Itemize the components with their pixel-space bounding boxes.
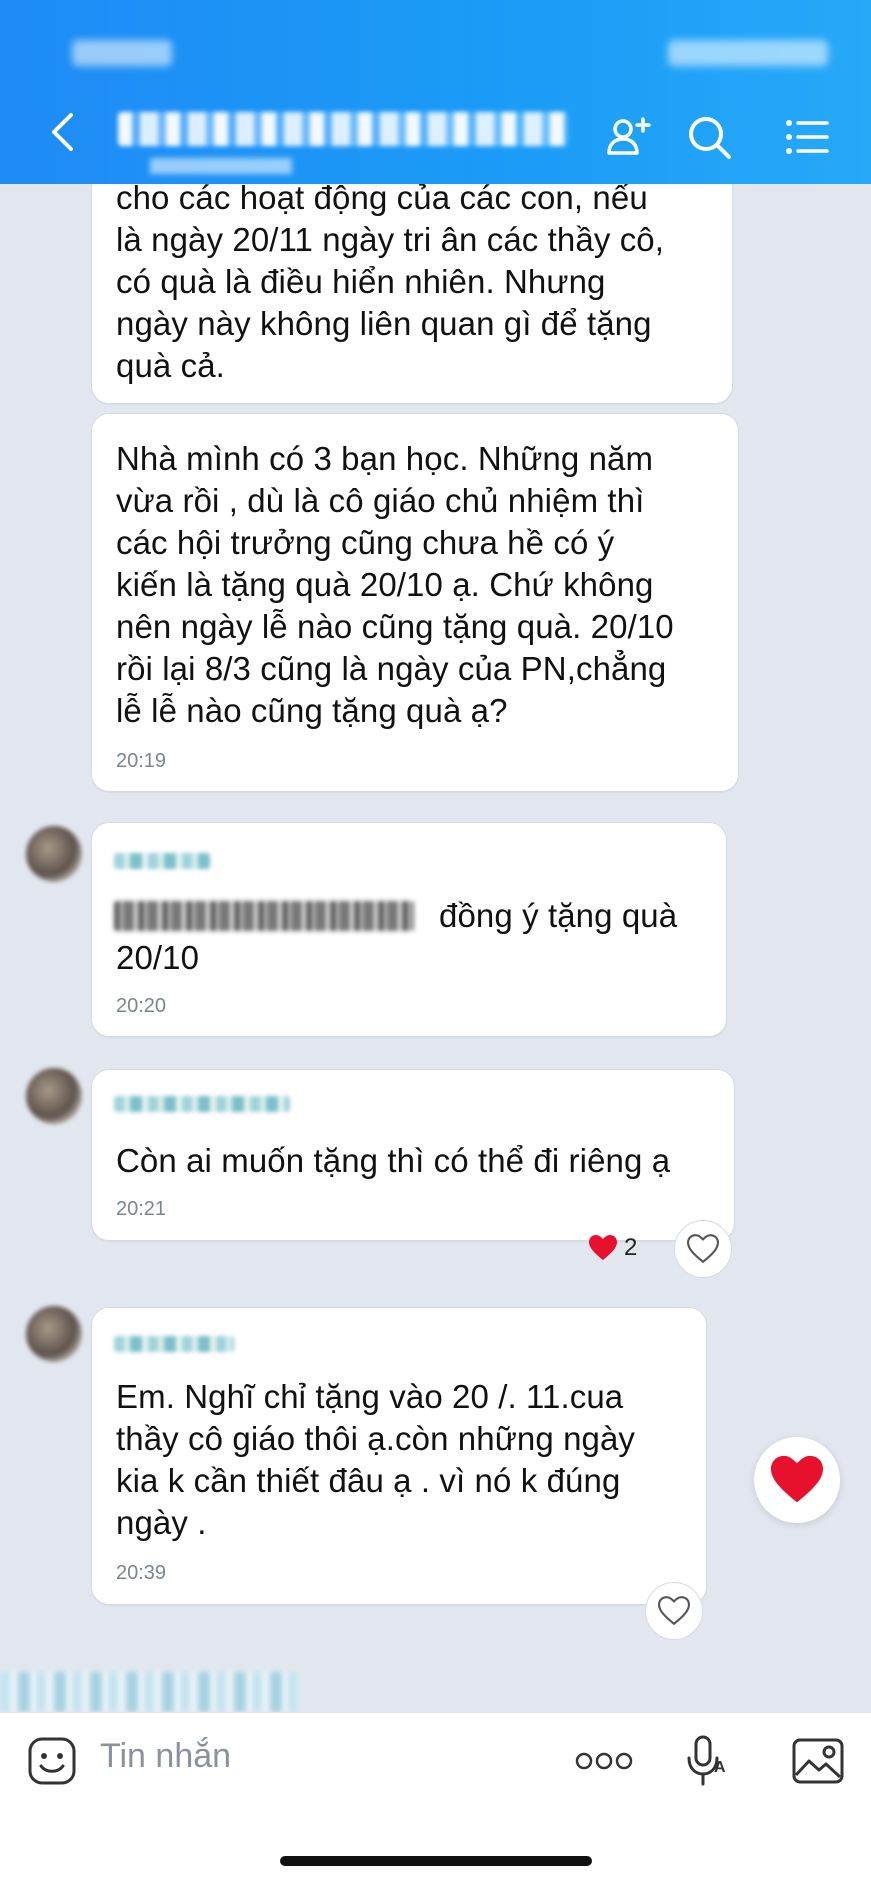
reaction-count: 2: [624, 1234, 638, 1261]
sticker-button[interactable]: [22, 1731, 82, 1791]
sender-name-blurred[interactable]: [114, 1096, 290, 1112]
avatar[interactable]: [26, 1068, 82, 1124]
avatar[interactable]: [26, 1306, 82, 1362]
chat-header: [0, 0, 871, 184]
message-time: 20:20: [116, 995, 167, 1017]
message-input[interactable]: Tin nhắn: [100, 1737, 231, 1776]
reaction-summary[interactable]: 2: [588, 1226, 637, 1270]
message-bubble[interactable]: đồng ý tặng quà 20/10 20:20: [91, 822, 727, 1037]
typing-indicator-blurred: [0, 1672, 300, 1712]
react-button[interactable]: [674, 1220, 732, 1278]
message-time: 20:39: [116, 1562, 167, 1584]
message-bubble[interactable]: Em. Nghĩ chỉ tặng vào 20 /. 11.cua thầy …: [91, 1307, 707, 1605]
chevron-left-icon: [52, 113, 73, 151]
message-bubble[interactable]: Còn ai muốn tặng thì có thể đi riêng ạ 2…: [91, 1069, 735, 1241]
home-indicator[interactable]: [280, 1856, 592, 1866]
more-dots-icon: [575, 1752, 633, 1770]
sender-name-blurred[interactable]: [114, 853, 210, 869]
add-member-button[interactable]: [604, 112, 654, 162]
list-menu-icon: [786, 120, 829, 154]
message-text: Em. Nghĩ chỉ tặng vào 20 /. 11.cua thầy …: [116, 1378, 636, 1541]
group-subtitle-blurred: [150, 158, 292, 174]
heart-outline-icon: [658, 1596, 690, 1626]
heart-icon: [589, 1235, 617, 1260]
message-text: cho các hoạt động của các con, nếu là ng…: [116, 179, 665, 384]
image-icon: [792, 1738, 844, 1784]
add-user-icon: [607, 117, 651, 155]
message-text: đồng ý tặng quà 20/10: [116, 897, 678, 976]
message-text: Nhà mình có 3 bạn học. Những năm vừa rồi…: [116, 440, 674, 729]
message-time: 20:19: [116, 750, 167, 772]
message-bubble[interactable]: Nhà mình có 3 bạn học. Những năm vừa rồi…: [91, 413, 739, 792]
avatar[interactable]: [26, 826, 82, 882]
svg-text:A: A: [714, 1759, 726, 1776]
heart-icon: [771, 1455, 823, 1503]
search-icon: [689, 117, 731, 159]
sender-name-blurred[interactable]: [114, 1336, 234, 1352]
status-time-blurred: [72, 40, 172, 66]
message-time: 20:21: [116, 1198, 167, 1220]
more-button[interactable]: [574, 1731, 634, 1791]
quick-reaction-button[interactable]: [754, 1437, 840, 1523]
search-button[interactable]: [684, 112, 734, 162]
react-button[interactable]: [645, 1582, 703, 1640]
message-text: Còn ai muốn tặng thì có thể đi riêng ạ: [116, 1142, 671, 1179]
voice-button[interactable]: A: [676, 1731, 736, 1791]
back-button[interactable]: [40, 110, 84, 154]
status-icons-blurred: [668, 40, 828, 66]
sticker-icon: [28, 1737, 76, 1785]
heart-outline-icon: [687, 1234, 719, 1264]
microphone-icon: A: [687, 1735, 726, 1786]
menu-button[interactable]: [782, 112, 832, 162]
group-title-blurred[interactable]: [118, 112, 568, 146]
image-button[interactable]: [788, 1731, 848, 1791]
